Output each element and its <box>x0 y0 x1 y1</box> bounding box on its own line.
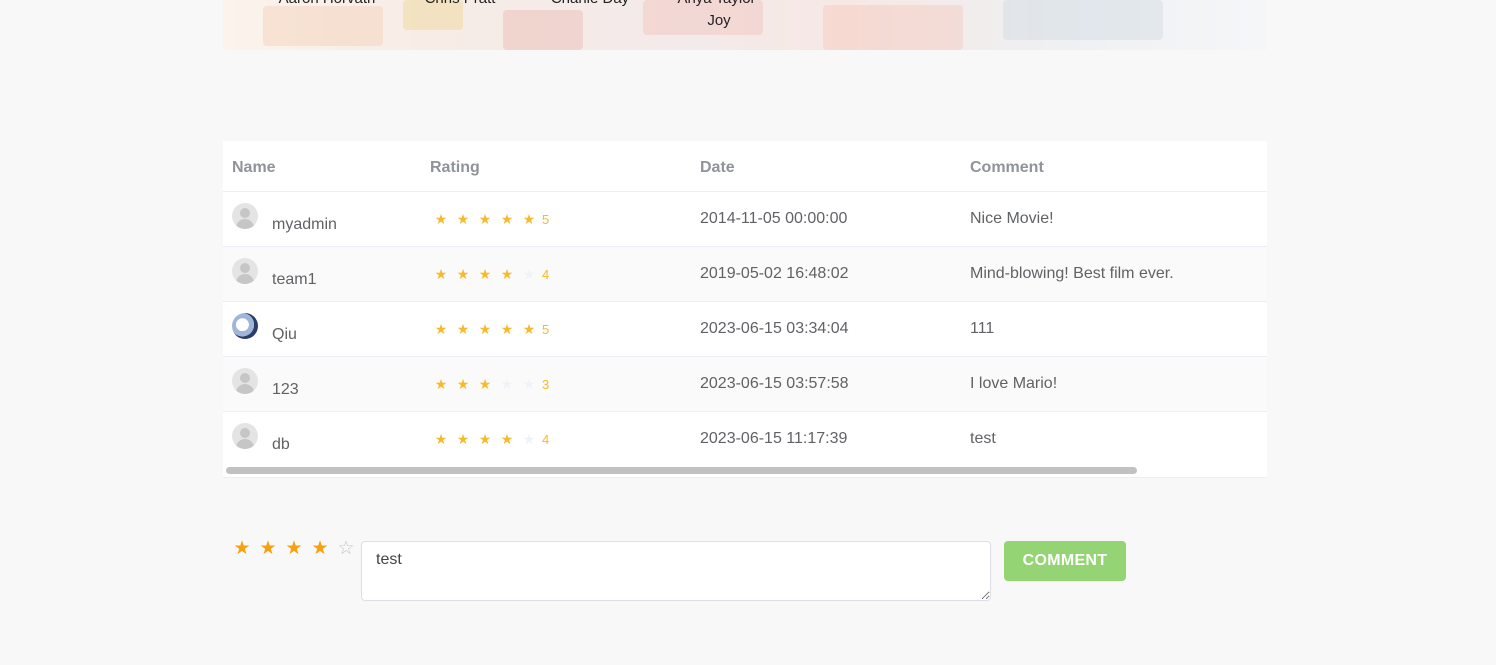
star-icon: ★ <box>478 211 492 227</box>
rating-score: 4 <box>542 431 550 447</box>
rating-score: 4 <box>542 266 550 282</box>
rating-stars: ★ ★ ★ ★ ★ 5 <box>430 211 550 227</box>
star-icon: ★ <box>522 376 536 392</box>
user-avatar-icon <box>232 313 258 339</box>
star-icon: ★ <box>500 321 514 337</box>
reviewer-name: myadmin <box>272 216 337 233</box>
rating-input[interactable]: ★ ★ ★ ★ ☆ <box>229 538 359 560</box>
star-icon: ★ <box>434 321 448 337</box>
scrollbar-thumb[interactable] <box>226 467 1137 474</box>
star-icon[interactable]: ★ <box>255 538 281 560</box>
star-icon: ★ <box>478 321 492 337</box>
star-icon[interactable]: ★ <box>229 538 255 560</box>
user-avatar-icon <box>232 423 258 449</box>
table-row: myadmin ★ ★ ★ ★ ★ 5 2014-11-05 00:00:00 Nice Mov… <box>223 192 1267 247</box>
star-icon: ★ <box>500 431 514 447</box>
table-row: 123 ★ ★ ★ ★ ★ 3 2023-06-15 03:57:58 I love Mario… <box>223 357 1267 412</box>
reviewer-name: Qiu <box>272 326 297 343</box>
review-date: 2014-11-05 00:00:00 <box>700 210 848 227</box>
star-icon: ★ <box>434 431 448 447</box>
reviewer-name: 123 <box>272 381 299 398</box>
column-header-comment: Comment <box>970 159 1044 176</box>
user-avatar-icon <box>232 258 258 284</box>
star-icon: ★ <box>522 321 536 337</box>
table-header: Name Rating Date Comment <box>223 141 1267 192</box>
star-icon[interactable]: ★ <box>307 538 333 560</box>
column-header-date: Date <box>700 159 735 176</box>
review-comment: Mind-blowing! Best film ever. <box>970 265 1174 282</box>
user-avatar-icon <box>232 368 258 394</box>
rating-stars: ★ ★ ★ ★ ★ 3 <box>430 376 550 392</box>
review-date: 2019-05-02 16:48:02 <box>700 265 849 282</box>
star-icon: ★ <box>456 321 470 337</box>
star-icon: ★ <box>522 431 536 447</box>
star-icon[interactable]: ★ <box>281 538 307 560</box>
star-icon: ★ <box>478 376 492 392</box>
star-icon: ★ <box>456 211 470 227</box>
star-icon: ★ <box>522 266 536 282</box>
rating-score: 5 <box>542 321 550 337</box>
table-row: team1 ★ ★ ★ ★ ★ 4 2019-05-02 16:48:02 Mind-blowi… <box>223 247 1267 302</box>
star-icon: ★ <box>456 376 470 392</box>
review-comment: I love Mario! <box>970 375 1058 392</box>
review-comment: Nice Movie! <box>970 210 1054 227</box>
cast-name[interactable]: Aaron Horvath <box>262 0 392 10</box>
reviews-table: Name Rating Date Comment myadmin ★ ★ ★ ★ ★ 5 20… <box>223 141 1267 467</box>
review-date: 2023-06-15 03:34:04 <box>700 320 849 337</box>
comment-button[interactable]: COMMENT <box>1004 541 1126 581</box>
star-icon: ★ <box>500 376 514 392</box>
rating-score: 3 <box>542 376 550 392</box>
table-horizontal-scrollbar[interactable] <box>223 463 1267 478</box>
comment-input[interactable] <box>361 541 991 601</box>
reviewer-name: db <box>272 436 290 453</box>
star-icon: ★ <box>478 266 492 282</box>
column-header-rating: Rating <box>430 159 480 176</box>
review-date: 2023-06-15 03:57:58 <box>700 375 849 392</box>
cast-name[interactable]: Anya Taylor-Joy <box>670 0 768 32</box>
star-icon: ★ <box>500 211 514 227</box>
review-comment: test <box>970 430 996 447</box>
cast-name[interactable]: Chris Pratt <box>410 0 510 10</box>
star-icon: ★ <box>478 431 492 447</box>
rating-stars: ★ ★ ★ ★ ★ 4 <box>430 266 550 282</box>
star-icon: ★ <box>434 211 448 227</box>
user-avatar-icon <box>232 203 258 229</box>
star-icon: ★ <box>500 266 514 282</box>
review-comment: 111 <box>970 320 995 337</box>
star-icon: ★ <box>434 376 448 392</box>
cast-name[interactable]: Charlie Day <box>540 0 640 10</box>
table-row: Qiu ★ ★ ★ ★ ★ 5 2023-06-15 03:34:04 111 <box>223 302 1267 357</box>
rating-stars: ★ ★ ★ ★ ★ 5 <box>430 321 550 337</box>
rating-stars: ★ ★ ★ ★ ★ 4 <box>430 431 550 447</box>
star-icon: ★ <box>522 211 536 227</box>
review-date: 2023-06-15 11:17:39 <box>700 430 848 447</box>
table-row: db ★ ★ ★ ★ ★ 4 2023-06-15 11:17:39 test <box>223 412 1267 467</box>
star-icon: ★ <box>456 431 470 447</box>
star-icon[interactable]: ☆ <box>333 538 359 560</box>
column-header-name: Name <box>232 159 276 176</box>
star-icon: ★ <box>434 266 448 282</box>
reviewer-name: team1 <box>272 271 317 288</box>
star-icon: ★ <box>456 266 470 282</box>
rating-score: 5 <box>542 211 550 227</box>
